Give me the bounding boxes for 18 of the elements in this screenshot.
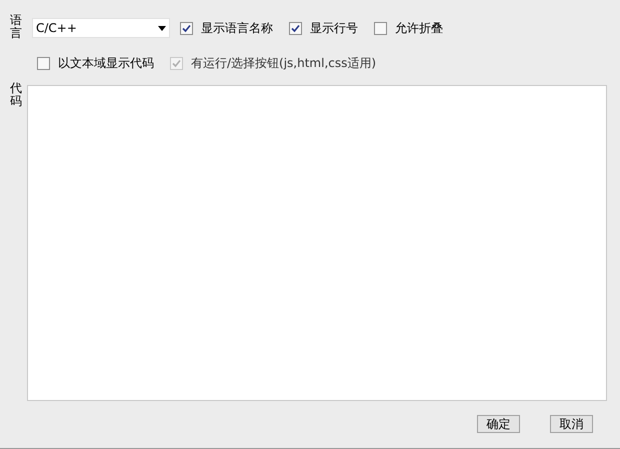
check-icon <box>172 58 181 68</box>
checkbox[interactable] <box>37 56 50 70</box>
check-icon <box>291 24 300 32</box>
checkbox-label: 显示语言名称 <box>201 20 273 37</box>
field-label: 语言 <box>10 14 22 40</box>
checkbox-label: 有运行/选择按钮(js,html,css适用) <box>191 55 376 72</box>
checkbox-label: 允许折叠 <box>395 20 443 37</box>
caret-icon <box>158 26 166 30</box>
checkbox-label: 显示行号 <box>310 20 358 37</box>
checkbox[interactable] <box>180 22 193 34</box>
field-label: 代码 <box>10 82 22 108</box>
checkbox[interactable] <box>374 22 387 34</box>
language-dropdown[interactable]: C/C++ <box>32 18 170 38</box>
dialog-button[interactable]: 取消 <box>550 415 593 433</box>
check-icon <box>182 24 191 32</box>
checkbox-label: 以文本域显示代码 <box>58 55 154 72</box>
dialog-button[interactable]: 确定 <box>477 415 520 433</box>
checkbox[interactable] <box>289 22 302 34</box>
